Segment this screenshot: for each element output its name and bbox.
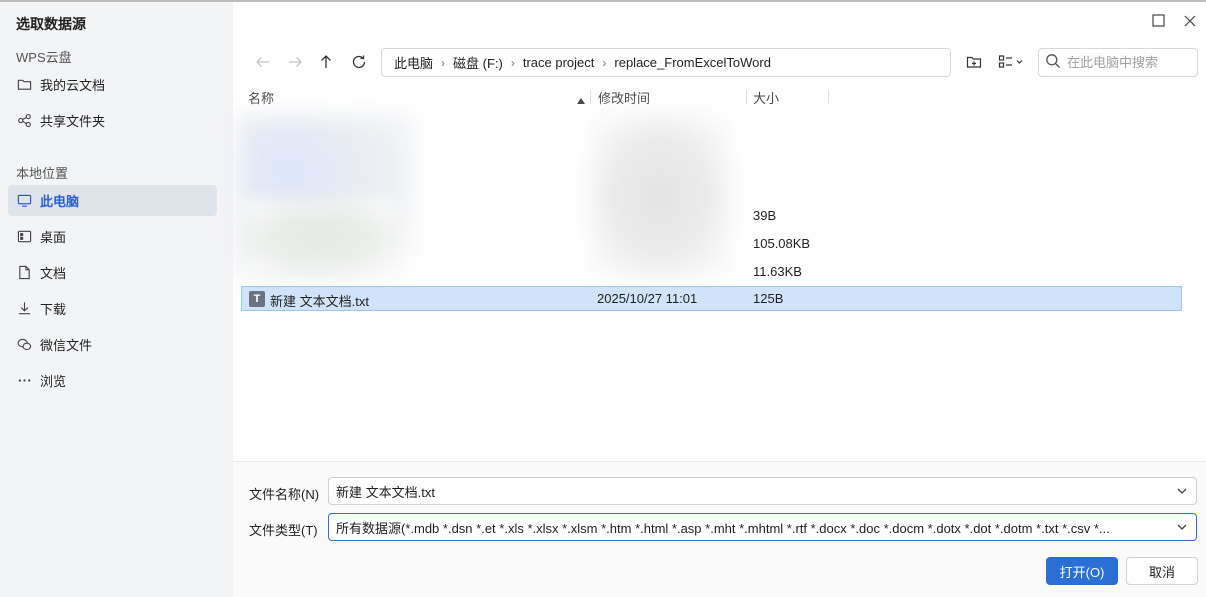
view-mode-button[interactable] — [995, 51, 1027, 75]
filename-label: 文件名称(N) — [249, 487, 320, 502]
search-box[interactable] — [1038, 48, 1198, 77]
sidebar-item-label: 桌面 — [40, 230, 67, 245]
maximize-icon — [1151, 14, 1165, 30]
chevron-right-icon: › — [441, 55, 446, 70]
file-size: 11.63KB — [753, 264, 802, 279]
column-header-size[interactable]: 大小 — [753, 88, 779, 106]
text-file-icon: T — [249, 291, 265, 307]
sidebar-item-label: 下载 — [40, 302, 67, 317]
close-button[interactable] — [1180, 12, 1200, 32]
new-folder-button[interactable] — [962, 51, 986, 75]
arrow-right-icon — [287, 54, 303, 73]
file-size: 39B — [753, 208, 777, 223]
cloud-section-heading: WPS云盘 — [16, 50, 72, 65]
sort-ascending-icon — [577, 92, 585, 107]
forward-button[interactable] — [283, 51, 307, 75]
breadcrumb-this-pc[interactable]: 此电脑 — [388, 53, 439, 72]
column-divider[interactable] — [828, 90, 829, 104]
refresh-icon — [351, 54, 367, 73]
maximize-button[interactable] — [1148, 12, 1168, 32]
blurred-file-dates — [590, 114, 730, 279]
download-icon — [17, 301, 32, 316]
column-header-modified[interactable]: 修改时间 — [598, 88, 650, 106]
column-divider[interactable] — [590, 90, 591, 104]
new-folder-icon — [966, 54, 982, 73]
open-button[interactable]: 打开(O) — [1046, 557, 1118, 585]
file-size: 105.08KB — [753, 236, 811, 251]
breadcrumb-trace-project[interactable]: trace project — [517, 55, 601, 70]
document-icon — [17, 265, 32, 280]
computer-icon — [17, 193, 32, 208]
sidebar-item-label: 我的云文档 — [40, 78, 106, 93]
filename-value: 新建 文本文档.txt — [336, 484, 435, 500]
sidebar-item-label: 微信文件 — [40, 338, 93, 353]
up-button[interactable] — [314, 51, 338, 75]
column-divider[interactable] — [746, 90, 747, 104]
local-section-heading: 本地位置 — [16, 166, 69, 181]
cancel-button[interactable]: 取消 — [1126, 557, 1198, 585]
sidebar-item-label: 此电脑 — [40, 194, 80, 209]
folder-icon — [17, 77, 32, 92]
sidebar-item-browse[interactable]: 浏览 — [8, 365, 217, 396]
column-header-name[interactable]: 名称 — [248, 88, 274, 106]
chevron-down-icon[interactable] — [1176, 521, 1188, 533]
sidebar-item-label: 浏览 — [40, 374, 67, 389]
sidebar-item-shared-folder[interactable]: 共享文件夹 — [8, 105, 217, 136]
dialog-title: 选取数据源 — [16, 16, 86, 32]
arrow-left-icon — [255, 54, 271, 73]
address-bar[interactable]: 此电脑 › 磁盘 (F:) › trace project › replace_… — [381, 48, 951, 77]
refresh-button[interactable] — [347, 51, 371, 75]
chevron-right-icon: › — [510, 55, 515, 70]
arrow-up-icon — [318, 54, 334, 73]
close-icon — [1184, 15, 1196, 30]
sidebar-item-documents[interactable]: 文档 — [8, 257, 217, 288]
filetype-label: 文件类型(T) — [249, 523, 318, 538]
search-icon — [1045, 53, 1061, 72]
search-input[interactable] — [1067, 55, 1187, 70]
filetype-select[interactable]: 所有数据源(*.mdb *.dsn *.et *.xls *.xlsx *.xl… — [328, 513, 1197, 541]
filetype-value: 所有数据源(*.mdb *.dsn *.et *.xls *.xlsx *.xl… — [336, 520, 1110, 536]
share-icon — [17, 113, 32, 128]
sidebar: 选取数据源 WPS云盘 我的云文档 共享文件夹 本地位置 此电脑 桌面 文档 下… — [0, 2, 233, 597]
sidebar-item-wechat-files[interactable]: 微信文件 — [8, 329, 217, 360]
back-button[interactable] — [251, 51, 275, 75]
file-size: 125B — [753, 291, 784, 306]
table-row-selected[interactable]: T 新建 文本文档.txt 2025/10/27 11:01 125B — [241, 286, 1182, 311]
sidebar-item-label: 文档 — [40, 266, 67, 281]
blurred-file-names — [245, 200, 395, 275]
sidebar-item-my-cloud-docs[interactable]: 我的云文档 — [8, 69, 217, 100]
desktop-icon — [17, 229, 32, 244]
chevron-right-icon: › — [602, 55, 607, 70]
sidebar-item-downloads[interactable]: 下载 — [8, 293, 217, 324]
file-modified-date: 2025/10/27 11:01 — [597, 291, 698, 306]
filename-combobox[interactable]: 新建 文本文档.txt — [328, 477, 1197, 505]
wechat-icon — [17, 337, 32, 352]
list-view-icon — [998, 54, 1024, 73]
more-icon — [17, 373, 32, 388]
chevron-down-icon[interactable] — [1176, 485, 1188, 497]
sidebar-item-desktop[interactable]: 桌面 — [8, 221, 217, 252]
breadcrumb-drive-f[interactable]: 磁盘 (F:) — [447, 53, 509, 72]
sidebar-item-this-pc[interactable]: 此电脑 — [8, 185, 217, 216]
breadcrumb-current-folder[interactable]: replace_FromExcelToWord — [608, 55, 777, 70]
sidebar-item-label: 共享文件夹 — [40, 114, 106, 129]
file-name: 新建 文本文档.txt — [270, 294, 369, 309]
